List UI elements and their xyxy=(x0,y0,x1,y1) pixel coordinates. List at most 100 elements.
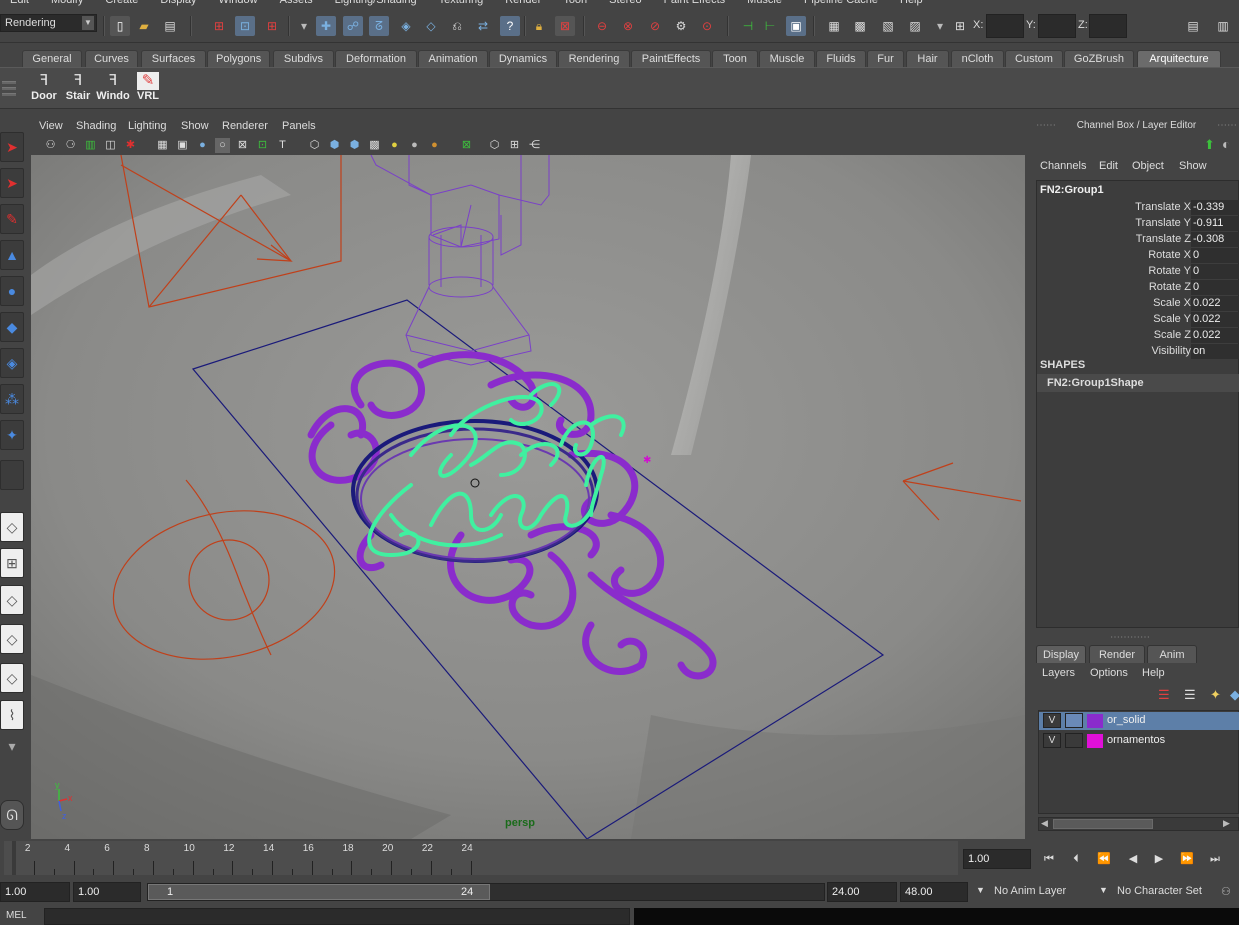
field-chart-icon[interactable]: ⊠ xyxy=(235,138,250,153)
attribute-value[interactable]: 0.022 xyxy=(1191,328,1239,343)
layer-row[interactable]: V or_solid xyxy=(1039,712,1239,730)
drag-handle-icon[interactable]: ⋯⋯ xyxy=(1217,117,1237,135)
snap-point-icon[interactable]: ᘔ xyxy=(369,16,389,36)
layer-visibility-toggle[interactable]: V xyxy=(1043,733,1061,748)
time-slider-track[interactable]: 2 4 6 8 10 12 14 16 18 20 22 24 xyxy=(4,841,958,875)
chevron-down-icon[interactable]: ▾ xyxy=(930,16,950,36)
tab-display[interactable]: Display xyxy=(1036,645,1086,663)
rotate-tool-icon[interactable]: ● xyxy=(0,276,24,306)
render-settings-icon[interactable]: ⚙ xyxy=(671,16,691,36)
persp-graph-layout-icon[interactable]: ◇ xyxy=(0,624,24,654)
window-button[interactable]: ꟻ Windo xyxy=(96,72,130,106)
chevron-down-icon[interactable]: ▼ xyxy=(972,882,989,902)
attribute-row[interactable]: Scale Z 0.022 xyxy=(1037,328,1239,344)
menu-item[interactable]: Help xyxy=(890,0,935,6)
shelf-tab[interactable]: Fluids xyxy=(816,50,866,67)
gate-mask-icon[interactable]: ○ xyxy=(215,138,230,153)
playback-start-field[interactable]: 1.00 xyxy=(73,882,141,902)
character-set-icon[interactable]: ⚇ xyxy=(1217,882,1235,902)
x-field[interactable] xyxy=(986,14,1024,38)
menu-item[interactable]: Lighting/Shading xyxy=(325,0,429,6)
current-time-marker[interactable] xyxy=(12,841,16,875)
attribute-value[interactable]: 0 xyxy=(1191,248,1239,263)
new-layer-icon[interactable]: ☰ xyxy=(1184,687,1196,703)
shelf-tab[interactable]: Deformation xyxy=(335,50,417,67)
menu-item[interactable]: Display xyxy=(150,0,208,6)
layer-visibility-toggle[interactable]: V xyxy=(1043,713,1061,728)
menu-item[interactable]: Render xyxy=(495,0,553,6)
grid-icon[interactable]: ▦ xyxy=(155,138,170,153)
attribute-value[interactable]: 0.022 xyxy=(1191,312,1239,327)
attribute-row[interactable]: Rotate Z0 xyxy=(1037,280,1239,296)
playback-end-field[interactable]: 24.00 xyxy=(827,882,897,902)
attribute-row[interactable]: Rotate Y0 xyxy=(1037,264,1239,280)
menu-show[interactable]: Show xyxy=(181,120,209,132)
scene-canvas[interactable]: ✱ y x z xyxy=(31,155,1025,839)
image-plane-icon[interactable]: ◫ xyxy=(103,138,118,153)
smooth-shade-icon[interactable]: ⬢ xyxy=(327,138,342,153)
select-object-icon[interactable]: ⊡ xyxy=(235,16,255,36)
shelf-tab[interactable]: PaintEffects xyxy=(631,50,711,67)
input-ops-icon[interactable]: ⇄ xyxy=(473,16,493,36)
menu-panels[interactable]: Panels xyxy=(282,120,316,132)
transform-fields-icon[interactable]: ⊞ xyxy=(950,16,970,36)
layer-color-swatch[interactable] xyxy=(1087,714,1103,728)
four-pane-layout-icon[interactable]: ⊞ xyxy=(0,548,24,578)
shelf-tab[interactable]: Arquitecture xyxy=(1137,50,1221,67)
stair-button[interactable]: ꟻ Stair xyxy=(61,72,95,106)
shelf-tab[interactable]: GoZBrush xyxy=(1064,50,1134,67)
layer-list-scrollbar[interactable]: ◀ ▶ xyxy=(1038,817,1239,831)
menu-set-dropdown[interactable]: Rendering ▼ xyxy=(0,14,97,32)
chevron-down-icon[interactable]: ▾ xyxy=(0,736,24,756)
select-tool-icon[interactable]: ➤ xyxy=(0,132,24,162)
shelf-tab[interactable]: Subdivs xyxy=(273,50,334,67)
new-layer-selected-icon[interactable]: ☰ xyxy=(1158,687,1170,703)
channel-box-toggle-icon[interactable]: ⬆ xyxy=(1204,137,1215,153)
scale-tool-icon[interactable]: ◆ xyxy=(0,312,24,342)
lock-icon[interactable]: 🔒︎ xyxy=(529,16,549,36)
textured-icon[interactable]: ▩ xyxy=(367,138,382,153)
attribute-value[interactable]: -0.308 xyxy=(1191,232,1239,247)
menu-item[interactable]: Pipeline Cache xyxy=(794,0,890,6)
attribute-value[interactable]: 0 xyxy=(1191,280,1239,295)
shelf-tab[interactable]: Fur xyxy=(867,50,904,67)
door-button[interactable]: ꟻ Door xyxy=(27,72,61,106)
history-icon[interactable]: ⎌ xyxy=(447,16,467,36)
hypershade-icon[interactable]: ⊙ xyxy=(697,16,717,36)
layer-options-icon[interactable]: ◆ xyxy=(1230,687,1239,703)
shelf-tab[interactable]: Hair xyxy=(906,50,949,67)
menu-help[interactable]: Help xyxy=(1142,667,1165,679)
step-forward-frame-icon[interactable]: ⏩ xyxy=(1176,851,1198,867)
z-field[interactable] xyxy=(1089,14,1127,38)
use-all-lights-icon[interactable]: ● xyxy=(387,138,402,153)
step-back-frame-icon[interactable]: ⏪ xyxy=(1093,851,1115,867)
menu-item[interactable]: Texturing xyxy=(429,0,496,6)
attribute-row[interactable]: Scale X 0.022 xyxy=(1037,296,1239,312)
snap-grid-icon[interactable]: ✚ xyxy=(316,16,336,36)
play-forwards-icon[interactable]: ▶ xyxy=(1148,851,1170,867)
snap-plane-icon[interactable]: ◈ xyxy=(396,16,416,36)
attribute-value[interactable]: on xyxy=(1191,344,1239,359)
character-set-dropdown[interactable]: No Character Set xyxy=(1113,882,1206,902)
safe-action-icon[interactable]: ⊡ xyxy=(255,138,270,153)
range-bar[interactable]: 1 24 xyxy=(147,883,825,901)
perspective-viewport[interactable]: ✱ y x z persp xyxy=(31,155,1025,839)
vrl-button[interactable]: ✎ VRL xyxy=(131,72,165,106)
persp-outliner-layout-icon[interactable]: ◇ xyxy=(0,585,24,615)
scrollbar-thumb[interactable] xyxy=(1053,819,1153,829)
shelf-tab[interactable]: Polygons xyxy=(207,50,270,67)
two-d-pan-icon[interactable]: ✱ xyxy=(123,138,138,153)
shelf-tab[interactable]: Animation xyxy=(418,50,488,67)
bookmark-icon[interactable]: ▥ xyxy=(83,138,98,153)
render-region-icon[interactable]: ⊖ xyxy=(592,16,612,36)
layer-color-swatch[interactable] xyxy=(1087,734,1103,748)
shelf-tab[interactable]: Custom xyxy=(1005,50,1063,67)
save-scene-icon[interactable]: ▤ xyxy=(160,16,180,36)
input-line-icon[interactable]: ⊣ xyxy=(738,16,758,36)
resolution-gate-icon[interactable]: ● xyxy=(195,138,210,153)
end-time-field[interactable]: 48.00 xyxy=(900,882,968,902)
snap-surface-icon[interactable]: ◇ xyxy=(421,16,441,36)
camera-attributes-icon[interactable]: ⚆ xyxy=(63,138,78,153)
go-to-end-icon[interactable]: ⏭ xyxy=(1204,851,1226,867)
xray-icon[interactable]: ⬡ xyxy=(487,138,502,153)
